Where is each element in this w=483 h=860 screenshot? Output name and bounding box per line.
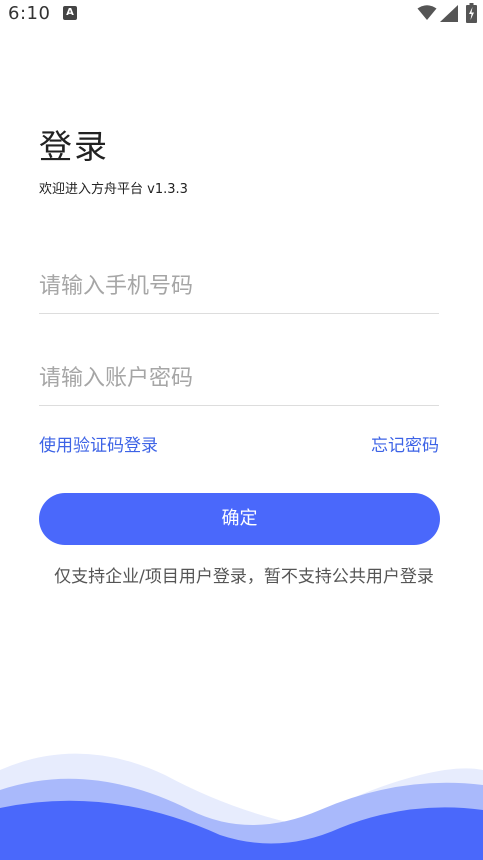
status-bar: 6:10 A <box>0 0 483 28</box>
wifi-icon <box>417 5 437 20</box>
welcome-text: 欢迎进入方舟平台 v1.3.3 <box>39 182 188 197</box>
page-title: 登录 <box>39 127 109 166</box>
signal-icon <box>440 5 458 22</box>
login-notice: 仅支持企业/项目用户登录，暂不支持公共用户登录 <box>54 567 434 587</box>
sms-login-link[interactable]: 使用验证码登录 <box>39 431 158 456</box>
phone-input[interactable] <box>39 259 439 313</box>
wave-decoration <box>0 753 483 860</box>
password-field-container <box>39 351 439 406</box>
status-time: 6:10 <box>8 3 51 24</box>
submit-button[interactable]: 确定 <box>39 493 440 545</box>
login-screen: 6:10 A 登录 欢迎进入方舟平台 v1.3.3 使用验证码登录 忘记密码 确… <box>0 0 483 860</box>
password-input[interactable] <box>39 351 439 405</box>
font-a-notification-icon: A <box>63 6 77 20</box>
forgot-password-link[interactable]: 忘记密码 <box>371 431 439 456</box>
phone-field-container <box>39 259 439 314</box>
battery-charging-icon <box>466 3 477 23</box>
